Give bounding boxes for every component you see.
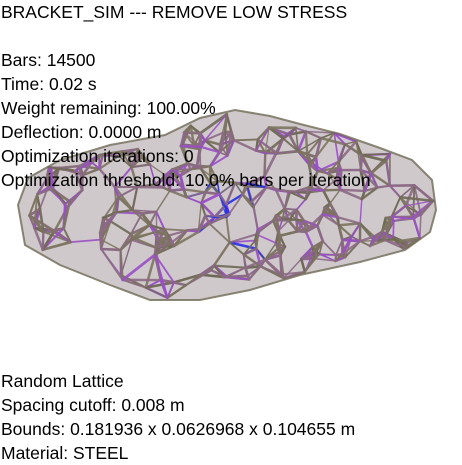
optimization-threshold: Optimization threshold: 10.0% bars per i… <box>1 170 371 190</box>
optimization-iterations: Optimization iterations: 0 <box>1 146 194 166</box>
lattice-bar <box>318 253 337 256</box>
lattice-bar <box>281 217 298 221</box>
sim-time: Time: 0.02 s <box>1 74 97 94</box>
weight-remaining: Weight remaining: 100.00% <box>1 98 216 118</box>
lattice-bar <box>41 230 45 251</box>
spacing-cutoff: Spacing cutoff: 0.008 m <box>1 395 185 415</box>
simulation-status-overlay: BRACKET_SIM --- REMOVE LOW STRESS Bars: … <box>1 0 371 192</box>
window-title: BRACKET_SIM --- REMOVE LOW STRESS <box>1 2 348 22</box>
lattice-bar <box>155 230 158 249</box>
lattice-bar <box>392 220 395 240</box>
bounds: Bounds: 0.181936 x 0.0626968 x 0.104655 … <box>1 419 356 439</box>
material: Material: STEEL <box>1 443 129 463</box>
bars-count: Bars: 14500 <box>1 50 96 70</box>
lattice-bar <box>163 228 188 232</box>
deflection: Deflection: 0.0000 m <box>1 122 162 142</box>
lattice-type: Random Lattice <box>1 371 124 391</box>
lattice-bar <box>278 234 282 253</box>
lattice-bar <box>223 274 249 279</box>
lattice-bar <box>412 184 416 218</box>
lattice-bar <box>99 247 122 252</box>
lattice-info-overlay: Random Lattice Spacing cutoff: 0.008 m B… <box>1 369 355 465</box>
